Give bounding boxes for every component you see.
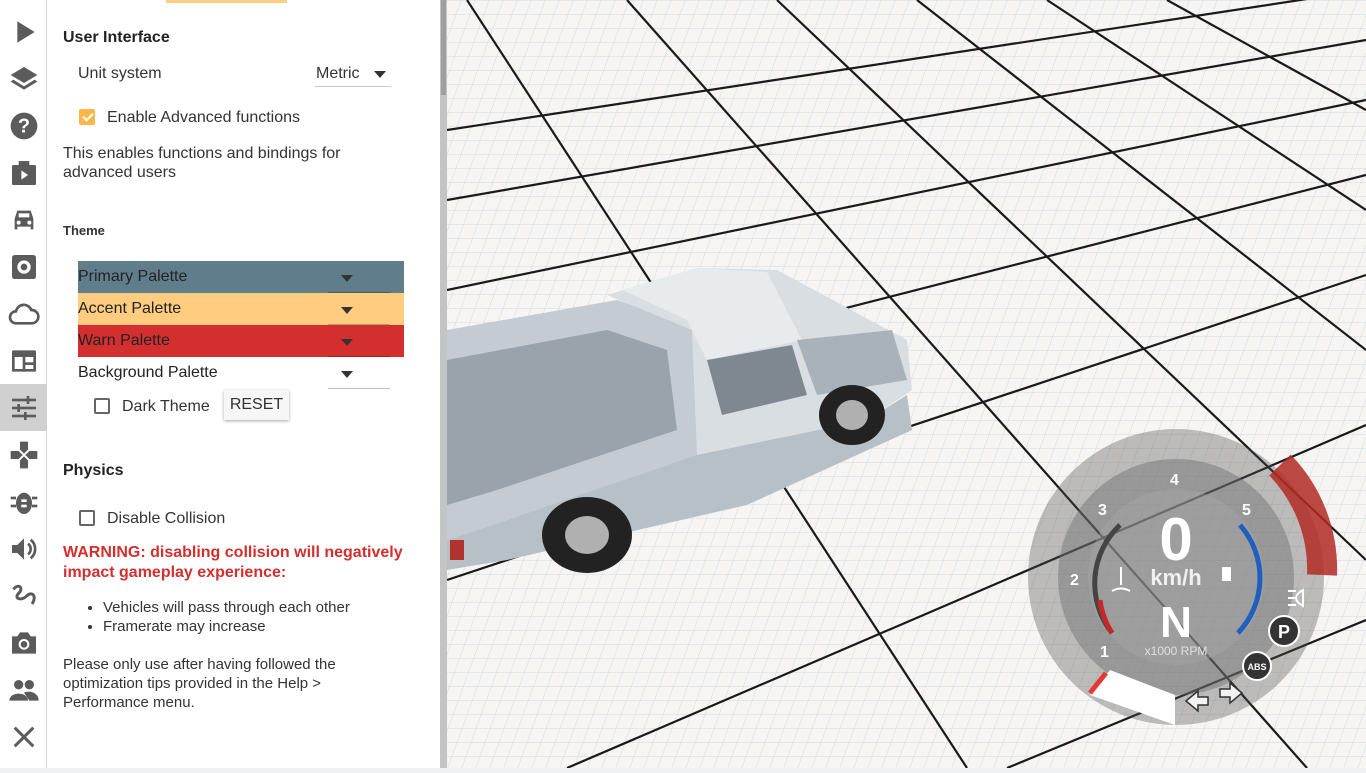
background-palette-select[interactable]: Background Palette [78,357,404,389]
abs-icon: ABS [1242,651,1272,681]
rpm-tick-2: 2 [1070,572,1079,589]
chevron-down-icon [341,275,353,282]
active-tab-indicator [166,0,287,3]
cloud-button[interactable] [0,290,47,337]
close-menu-button[interactable] [0,713,47,760]
disable-collision-checkbox[interactable] [79,510,95,526]
audio-button[interactable] [0,525,47,572]
sound-icon [11,537,36,560]
cloud-icon [8,303,40,325]
fuel-icon [1222,567,1231,581]
unit-system-label: Unit system [78,65,162,82]
gear-value: N [1160,598,1192,647]
dark-theme-label: Dark Theme [122,398,210,415]
warn-palette-select[interactable]: Warn Palette [78,325,404,357]
window-icon [11,349,36,372]
speed-unit: km/h [1150,565,1201,590]
scenario-icon [11,160,36,185]
section-title-theme: Theme [63,223,105,238]
list-item: Vehicles will pass through each other [103,598,350,617]
layers-button[interactable] [0,55,47,102]
main-menu-bar: ? [0,0,47,768]
unit-system-select[interactable]: Metric [315,63,391,87]
section-title-physics: Physics [63,462,124,479]
dashboard-gauge: 1 2 3 4 5 0 km/h N x1000 RPM P ABS [1020,425,1366,768]
enable-advanced-checkbox[interactable] [79,109,95,125]
play-button[interactable] [0,8,47,55]
rpm-tick-1: 1 [1100,644,1109,661]
accent-palette-label: Accent Palette [78,300,182,317]
rpm-unit: x1000 RPM [1145,644,1208,658]
rpm-tick-4: 4 [1170,472,1179,489]
svg-text:P: P [1278,622,1290,642]
collision-effects-list: Vehicles will pass through each other Fr… [63,598,350,636]
section-title-user-interface: User Interface [63,29,170,46]
warn-palette-label: Warn Palette [78,332,170,349]
people-icon [8,679,39,701]
background-palette-label: Background Palette [78,364,218,381]
collision-note: Please only use after having followed th… [63,656,336,711]
svg-text:?: ? [17,115,29,137]
reset-theme-button[interactable]: RESET [224,390,289,420]
multiplayer-button[interactable] [0,666,47,713]
chevron-down-icon [341,339,353,346]
bug-icon [10,492,37,514]
layers-icon [10,66,37,90]
path-icon [11,584,36,605]
panel-scrollbar[interactable] [440,0,447,768]
apps-button[interactable] [0,337,47,384]
speed-value: 0 [1159,506,1192,573]
list-item: Framerate may increase [103,617,350,636]
options-button[interactable] [0,384,47,431]
play-icon [16,20,35,43]
vehicle-config-button[interactable] [0,243,47,290]
chevron-down-icon [341,371,353,378]
rpm-tick-3: 3 [1098,502,1107,519]
enable-advanced-label: Enable Advanced functions [107,109,301,126]
panel-scrollbar-thumb[interactable] [441,0,446,95]
close-icon [13,726,34,747]
scenarios-button[interactable] [0,149,47,196]
dark-theme-checkbox[interactable] [94,398,110,414]
collision-warning: WARNING: disabling collision will negati… [63,544,403,581]
svg-text:ABS: ABS [1247,662,1266,672]
rpm-tick-5: 5 [1242,502,1251,519]
help-icon: ? [10,112,37,139]
debug-button[interactable] [0,478,47,525]
chevron-down-icon [341,307,353,314]
unit-system-value: Metric [316,65,360,82]
gamepad-icon [10,441,37,468]
controls-button[interactable] [0,431,47,478]
path-button[interactable] [0,572,47,619]
advanced-description: This enables functions and bindings for … [63,145,341,181]
primary-palette-select[interactable]: Primary Palette [78,261,404,293]
car-icon [14,210,33,229]
disable-collision-label: Disable Collision [107,510,226,527]
chevron-down-icon [374,71,386,78]
accent-palette-select[interactable]: Accent Palette [78,293,404,325]
camera-icon [11,631,36,654]
sliders-icon [11,395,36,420]
vehicles-button[interactable] [0,196,47,243]
settings-icon [11,254,36,279]
help-button[interactable]: ? [0,102,47,149]
options-panel: User Interface Unit system Metric Enable… [47,0,440,768]
primary-palette-label: Primary Palette [78,268,188,285]
parking-brake-icon: P [1268,615,1300,647]
photo-mode-button[interactable] [0,619,47,666]
